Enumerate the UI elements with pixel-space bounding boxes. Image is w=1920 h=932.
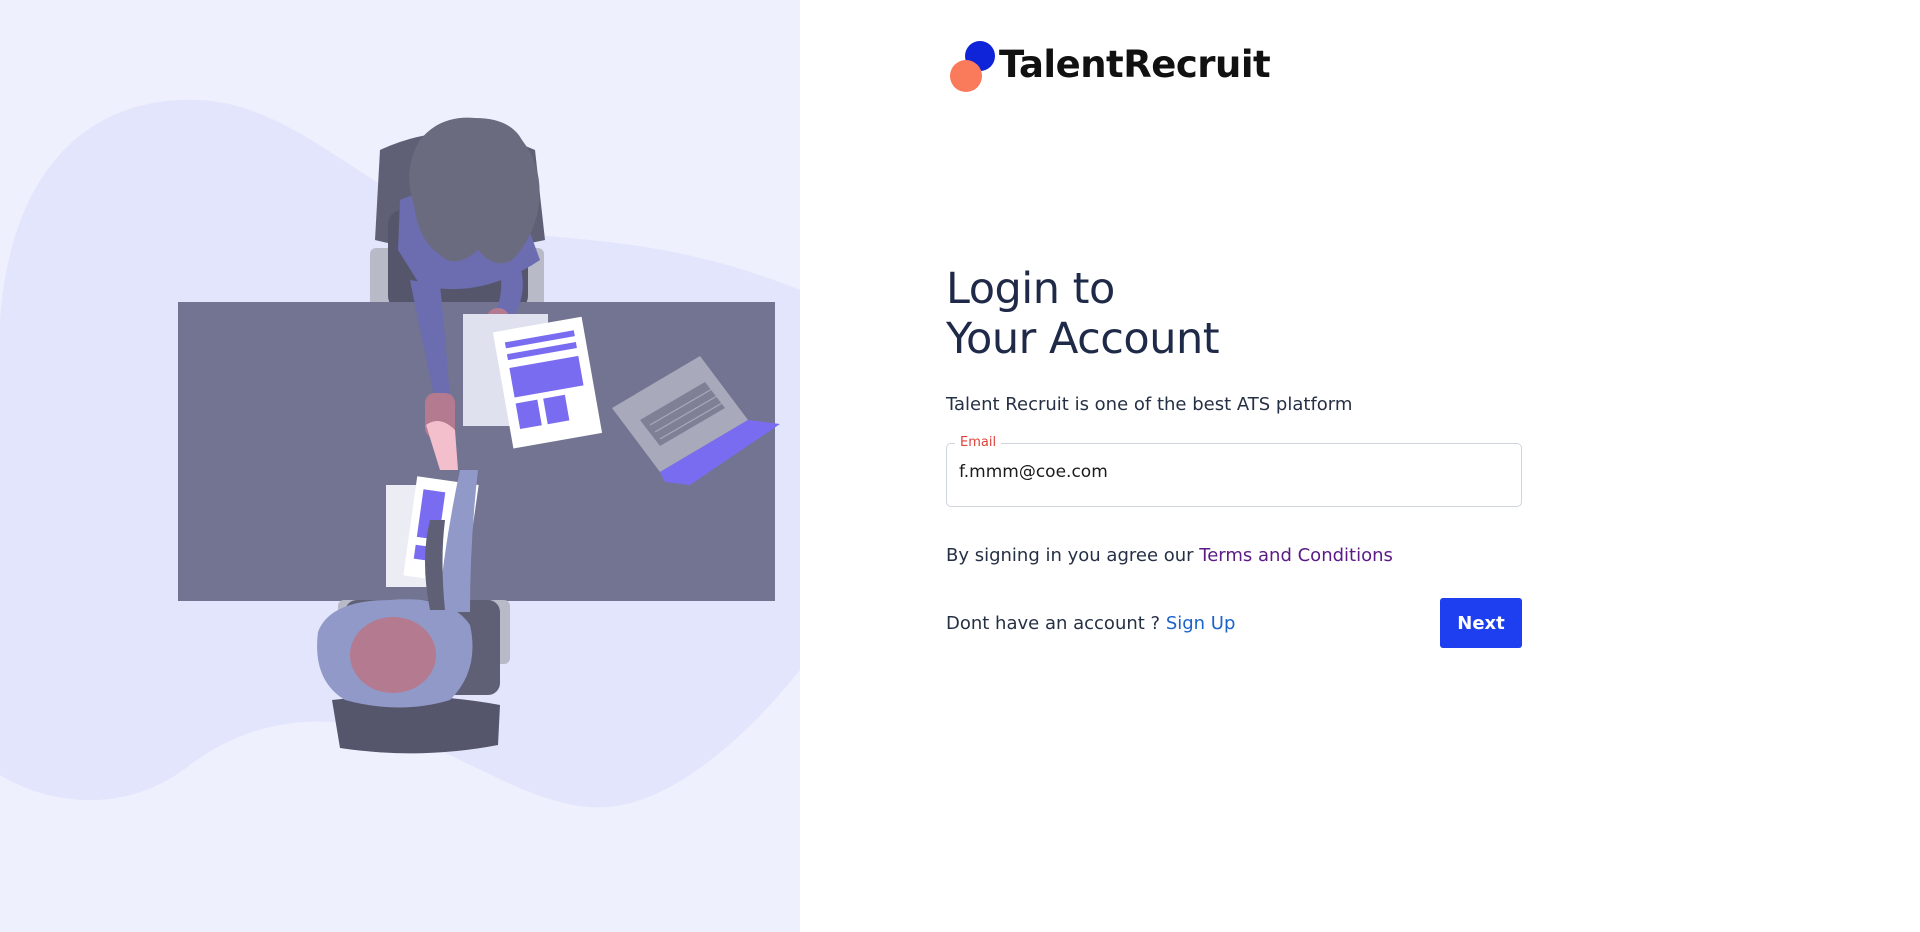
subtitle: Talent Recruit is one of the best ATS pl… [946, 394, 1353, 415]
terms-prefix: By signing in you agree our [946, 545, 1200, 566]
page-title: Login to Your Account [946, 264, 1522, 364]
brand-logo: TalentRecruit [949, 38, 1271, 94]
signup-prefix: Dont have an account ? [946, 612, 1166, 634]
signup-text: Dont have an account ? Sign Up [946, 613, 1235, 634]
terms-text: By signing in you agree our Terms and Co… [946, 545, 1522, 566]
actions-row: Dont have an account ? Sign Up Next [946, 598, 1522, 648]
terms-link[interactable]: Terms and Conditions [1199, 545, 1393, 566]
title-line-1: Login to [946, 264, 1115, 314]
logo-mark-icon [949, 38, 997, 94]
email-input[interactable] [959, 462, 1499, 482]
brand-name: TalentRecruit [999, 42, 1271, 86]
email-field[interactable]: Email [946, 435, 1522, 507]
next-button[interactable]: Next [1440, 598, 1522, 648]
title-line-2: Your Account [946, 314, 1220, 364]
handshake-illustration [0, 99, 800, 808]
signup-link[interactable]: Sign Up [1166, 613, 1236, 634]
login-page: TalentRecruit Login to Your Account Tale… [0, 0, 1920, 932]
login-form: Login to Your Account Talent Recruit is … [946, 264, 1522, 648]
email-label: Email [955, 435, 1002, 450]
logo-coral-dot [950, 60, 982, 92]
illustration-panel [0, 0, 800, 932]
